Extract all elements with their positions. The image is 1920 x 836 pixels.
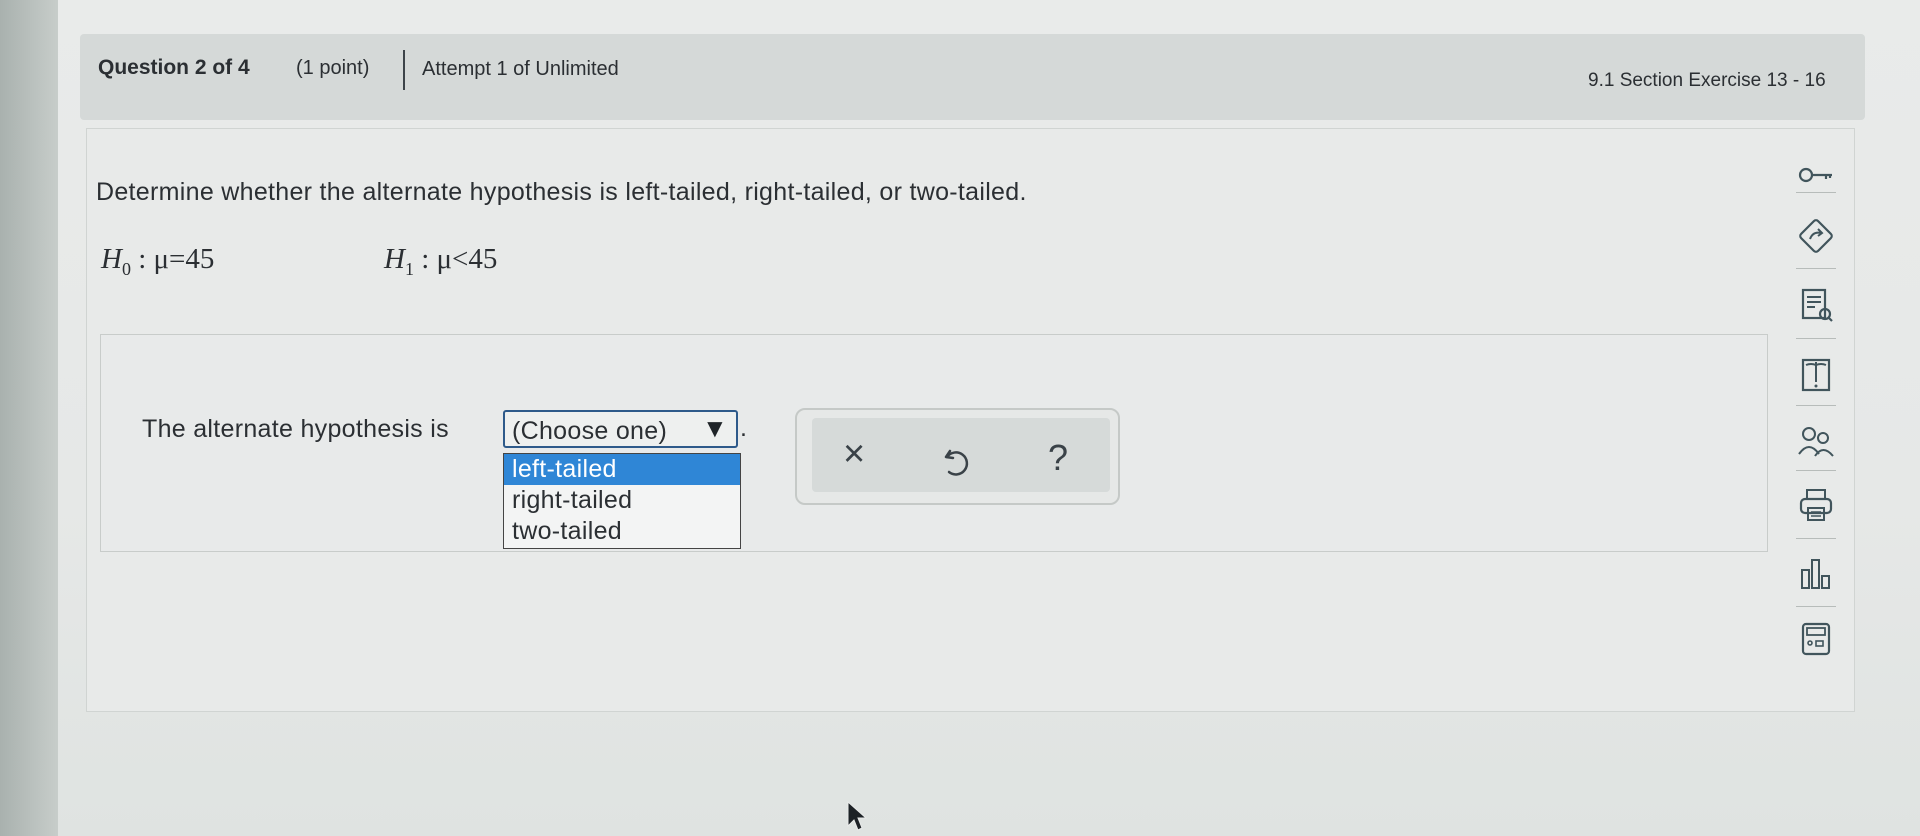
h0-relation: : μ=45 [130, 243, 215, 275]
key-icon[interactable] [1795, 154, 1837, 196]
select-value[interactable]: (Choose one) [512, 417, 667, 446]
chevron-down-icon[interactable]: ▼ [702, 413, 728, 444]
attempt-count: Attempt 1 of Unlimited [422, 58, 619, 80]
h1-subscript: 1 [404, 258, 414, 279]
h1-variable: H [384, 243, 405, 275]
calculator-icon[interactable] [1795, 618, 1837, 660]
toolbar-divider [1796, 268, 1836, 269]
bar-chart-icon[interactable] [1795, 552, 1837, 594]
section-title: 9.1 Section Exercise 13 - 16 [1588, 70, 1826, 91]
answer-label: The alternate hypothesis is [142, 415, 449, 443]
question-points: (1 point) [296, 57, 370, 79]
monitor-bezel [0, 0, 58, 836]
toolbar-divider [1796, 470, 1836, 471]
option-two-tailed[interactable]: two-tailed [504, 516, 740, 547]
sentence-period: . [740, 414, 747, 442]
dropdown-list: left-tailed right-tailed two-tailed [503, 453, 741, 549]
toolbar-divider [1796, 538, 1836, 539]
option-right-tailed[interactable]: right-tailed [504, 485, 740, 516]
diamond-arrow-icon[interactable] [1795, 215, 1837, 257]
undo-button[interactable] [940, 445, 974, 491]
null-hypothesis: H0 : μ=45 [101, 243, 214, 280]
question-number: Question 2 of 4 [98, 56, 250, 79]
book-icon[interactable] [1795, 354, 1837, 396]
people-help-icon[interactable] [1795, 420, 1837, 462]
mouse-pointer-icon [847, 800, 868, 831]
question-prompt: Determine whether the alternate hypothes… [96, 178, 1027, 206]
h0-variable: H [101, 243, 122, 275]
help-button[interactable]: ? [1048, 437, 1068, 479]
undo-icon [944, 449, 969, 476]
header-divider [403, 50, 405, 90]
document-search-icon[interactable] [1795, 284, 1837, 326]
option-left-tailed[interactable]: left-tailed [504, 454, 740, 485]
toolbar-divider [1796, 405, 1836, 406]
toolbar-divider [1796, 338, 1836, 339]
clear-answer-button[interactable]: × [843, 433, 865, 476]
h0-subscript: 0 [121, 258, 131, 279]
toolbar-divider [1796, 192, 1836, 193]
alternate-hypothesis: H1 : μ<45 [384, 243, 497, 280]
h1-relation: : μ<45 [413, 243, 498, 275]
print-icon[interactable] [1795, 484, 1837, 526]
toolbar-divider [1796, 606, 1836, 607]
